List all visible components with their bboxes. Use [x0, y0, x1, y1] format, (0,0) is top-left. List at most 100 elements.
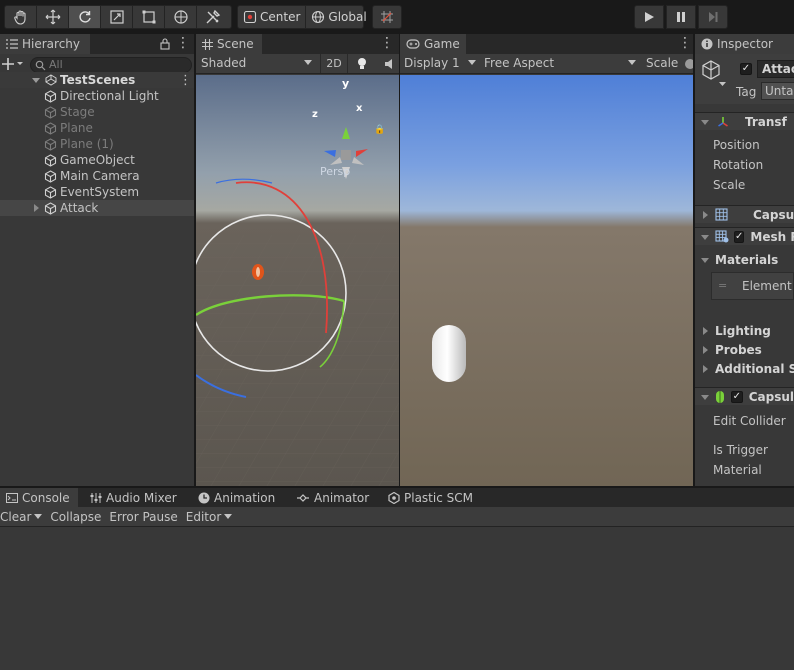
play-button[interactable]	[634, 5, 664, 29]
chevron-down-icon[interactable]	[719, 82, 726, 87]
tab-console[interactable]: Console	[0, 488, 78, 508]
custom-tool-button[interactable]	[197, 6, 229, 28]
object-name-field[interactable]: Attac	[757, 60, 794, 78]
tag-dropdown[interactable]: Unta	[761, 82, 794, 100]
element-label: Element (	[742, 279, 794, 293]
projection-label[interactable]: Persp	[320, 165, 350, 178]
pivot-center-button[interactable]: Center	[238, 6, 307, 28]
hierarchy-item[interactable]: Main Camera	[0, 168, 194, 184]
mode-2d-button[interactable]: 2D	[320, 54, 348, 73]
tab-audio-mixer[interactable]: Audio Mixer	[84, 488, 183, 508]
hierarchy-item[interactable]: EventSystem	[0, 184, 194, 200]
rotate-icon	[77, 9, 93, 25]
hierarchy-item[interactable]: Directional Light	[0, 88, 194, 104]
scale-slider-knob[interactable]	[685, 59, 693, 69]
scale-row-label: Scale	[713, 178, 746, 192]
aspect-dropdown[interactable]: Free Aspect	[484, 56, 554, 70]
lighting-foldout[interactable]: Lighting	[695, 322, 794, 340]
grid-snap-icon	[380, 10, 394, 24]
tab-plastic-scm[interactable]: Plastic SCM	[382, 488, 479, 508]
materials-foldout[interactable]: Materials	[695, 251, 794, 269]
hierarchy-item-indent	[0, 204, 44, 212]
hierarchy-item[interactable]: Plane	[0, 120, 194, 136]
tab-game[interactable]: Game	[400, 34, 466, 54]
scene-tab-label: Scene	[217, 37, 254, 51]
audio-icon[interactable]	[384, 57, 396, 71]
rotate-tool-button[interactable]	[69, 6, 101, 28]
tab-animator[interactable]: Animator	[290, 488, 375, 508]
lightbulb-icon[interactable]	[356, 57, 368, 71]
shading-mode-dropdown[interactable]: Shaded	[201, 56, 246, 70]
hierarchy-item-label: Main Camera	[60, 169, 140, 183]
chevron-down-icon	[224, 513, 233, 520]
pause-icon	[675, 11, 687, 23]
chevron-down-icon[interactable]	[34, 513, 43, 520]
scene-menu-button-kebab[interactable]: ⋮	[380, 36, 394, 51]
game-menu-button[interactable]: ⋮	[678, 36, 692, 51]
hierarchy-menu-button[interactable]: ⋮	[176, 36, 190, 51]
capsule-collider-enabled-checkbox[interactable]: ✓	[731, 390, 743, 403]
pause-button[interactable]	[666, 5, 696, 29]
hierarchy-tabbar: Hierarchy ⋮	[0, 34, 194, 54]
game-viewport[interactable]	[400, 75, 693, 486]
console-log-area[interactable]	[0, 528, 794, 670]
scene-root-row[interactable]: TestScenes ⋮	[0, 72, 194, 88]
rect-icon	[141, 9, 157, 25]
pivot-label: Center	[260, 10, 301, 24]
hand-tool-button[interactable]	[5, 6, 37, 28]
tab-animation[interactable]: Animation	[192, 488, 281, 508]
pivot-controls: Center Global	[237, 5, 367, 29]
additional-settings-foldout[interactable]: Additional Set	[695, 360, 794, 378]
mesh-renderer-icon	[715, 230, 729, 243]
grid-snap-button[interactable]	[373, 6, 401, 28]
hierarchy-item[interactable]: Stage	[0, 104, 194, 120]
editor-label: Editor	[185, 509, 222, 524]
mesh-renderer-enabled-checkbox[interactable]: ✓	[734, 230, 745, 243]
game-panel: Game ⋮ Display 1 Free Aspect Scale	[400, 34, 693, 486]
lock-icon[interactable]	[160, 38, 170, 50]
inspector-tab-label: Inspector	[717, 37, 773, 51]
scene-viewport[interactable]: 🔒 y x z Persp	[196, 75, 399, 486]
display-dropdown[interactable]: Display 1	[404, 56, 460, 70]
audio-mixer-tab-label: Audio Mixer	[106, 491, 177, 505]
lighting-label: Lighting	[715, 324, 771, 338]
global-space-button[interactable]: Global	[306, 6, 371, 28]
error-pause-button[interactable]: Error Pause	[105, 507, 181, 527]
transform-tool-button[interactable]	[165, 6, 197, 28]
object-active-checkbox[interactable]: ✓	[740, 63, 752, 75]
gameobject-icon	[44, 121, 57, 135]
add-icon[interactable]	[2, 56, 24, 72]
tab-scene[interactable]: Scene	[196, 34, 262, 54]
drag-handle-icon[interactable]: =	[718, 279, 727, 292]
transform-component-header[interactable]: Transf	[695, 112, 794, 130]
gameobject-icon	[44, 185, 57, 199]
mesh-renderer-component-header[interactable]: ✓ Mesh R	[695, 227, 794, 245]
hierarchy-item[interactable]: Attack	[0, 200, 194, 216]
hierarchy-panel: Hierarchy ⋮ All TestScenes ⋮ Directional…	[0, 34, 194, 486]
selected-object-marker[interactable]	[252, 264, 264, 280]
editor-dropdown[interactable]: Editor	[182, 507, 237, 527]
gameobject-icon	[44, 201, 57, 215]
tab-hierarchy[interactable]: Hierarchy	[0, 34, 90, 54]
plastic-scm-tab-label: Plastic SCM	[404, 491, 473, 505]
probes-foldout[interactable]: Probes	[695, 341, 794, 359]
expand-arrow-right-icon[interactable]	[33, 204, 40, 212]
hierarchy-item[interactable]: Plane (1)	[0, 136, 194, 152]
scale-tool-button[interactable]	[101, 6, 133, 28]
tab-inspector[interactable]: Inspector	[695, 34, 794, 54]
mesh-grid-icon	[715, 208, 728, 221]
capsule-collider-component-header[interactable]: ✓ Capsul	[695, 387, 794, 405]
inspector-tabbar: Inspector	[695, 34, 794, 54]
scene-menu-button[interactable]: ⋮	[179, 73, 192, 88]
clear-label: Clear	[0, 509, 32, 524]
hierarchy-item[interactable]: GameObject	[0, 152, 194, 168]
collapse-button[interactable]: Collapse	[46, 507, 105, 527]
move-tool-button[interactable]	[37, 6, 69, 28]
step-button[interactable]	[698, 5, 728, 29]
hierarchy-search-input[interactable]: All	[30, 57, 192, 73]
expand-arrow-icon[interactable]	[32, 76, 40, 84]
clear-button[interactable]: Clear	[0, 507, 46, 527]
mesh-filter-component-header[interactable]: Capsul	[695, 205, 794, 223]
rect-tool-button[interactable]	[133, 6, 165, 28]
bottom-tabbar: Console Audio Mixer Animation Animator P…	[0, 488, 794, 508]
